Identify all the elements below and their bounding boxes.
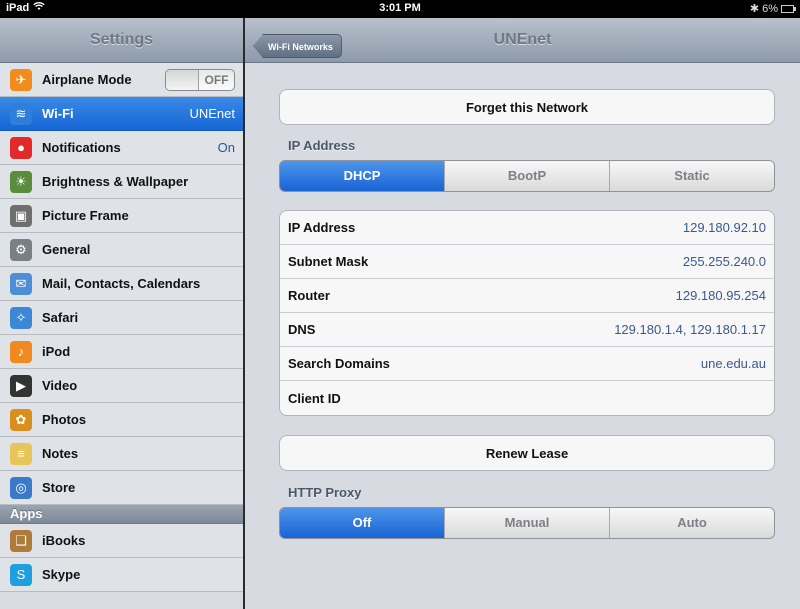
subnet-mask-value: 255.255.240.0 [682,254,766,269]
sidebar-item-label: Skype [42,567,81,582]
dns-value: 129.180.1.4, 129.180.1.17 [614,322,766,337]
sidebar-item-safari[interactable]: ✧ Safari [0,301,243,335]
sidebar-item-video[interactable]: ▶ Video [0,369,243,403]
sidebar-item-photos[interactable]: ✿ Photos [0,403,243,437]
sidebar-item-wi-fi[interactable]: ≋ Wi-Fi UNEnet [0,97,243,131]
client-id-row[interactable]: Client ID [280,381,774,415]
dns-label: DNS [288,322,316,337]
toggle-state: OFF [204,72,229,87]
sidebar-item-notifications[interactable]: ● Notifications On [0,131,243,165]
airplane-mode-toggle[interactable]: OFF [165,68,235,91]
ipod-icon: ♪ [10,340,32,363]
sidebar-item-label: General [42,242,91,257]
sidebar-item-notes[interactable]: ≡ Notes [0,437,243,471]
sidebar-title: Settings [0,18,243,63]
renew-lease-button[interactable]: Renew Lease [280,436,774,470]
sidebar-item-picture-frame[interactable]: ▣ Picture Frame [0,199,243,233]
sidebar-item-mail-contacts-calendars[interactable]: ✉ Mail, Contacts, Calendars [0,267,243,301]
sidebar-item-label: Store [42,480,76,495]
brightness-icon: ☀ [10,170,32,193]
sidebar-item-label: Airplane Mode [42,72,132,87]
bluetooth-icon: ✱ [749,3,760,15]
status-bar: iPad 3:01 PM ✱ 6% [0,0,800,18]
page-title: UNEnet [493,31,552,48]
battery-icon [781,4,796,13]
proxy-mode-segment-manual[interactable]: Manual [445,508,610,538]
sidebar-item-label: Mail, Contacts, Calendars [42,276,201,291]
ip-address-label: IP Address [288,220,356,235]
battery-percent: 6% [762,2,778,15]
sidebar-item-skype[interactable]: S Skype [0,558,243,592]
sidebar-item-ipod[interactable]: ♪ iPod [0,335,243,369]
detail-header: Wi-Fi Networks UNEnet [245,18,800,63]
status-right: ✱ 6% [749,2,796,15]
search-domains-label: Search Domains [288,356,390,371]
store-icon: ◎ [10,476,32,499]
notifications-icon: ● [10,136,32,159]
ip-address-row: IP Address 129.180.92.10 [280,211,774,245]
sidebar-item-ibooks[interactable]: ❑ iBooks [0,524,243,558]
proxy-mode-segment-auto[interactable]: Auto [610,508,774,538]
sidebar-item-label: Wi-Fi [42,106,74,121]
toggle-knob [166,69,199,90]
book-icon: ❑ [10,529,32,552]
renew-lease-group: Renew Lease [279,435,775,471]
settings-sidebar: Settings ✈ Airplane Mode OFF ≋ Wi-Fi UNEnet ● N… [0,18,245,609]
flower-icon: ✿ [10,408,32,431]
sidebar-item-label: Picture Frame [42,208,129,223]
wifi-icon: ≋ [10,102,32,125]
router-label: Router [288,288,330,303]
sidebar-item-brightness-wallpaper[interactable]: ☀ Brightness & Wallpaper [0,165,243,199]
mail-icon: ✉ [10,272,32,295]
sidebar-item-label: Notifications [42,140,121,155]
video-icon: ▶ [10,374,32,397]
search-domains-row: Search Domains une.edu.au [280,347,774,381]
detail-pane: Wi-Fi Networks UNEnet Forget this Networ… [245,18,800,609]
ip-mode-segment-static[interactable]: Static [610,161,774,191]
gear-icon: ⚙ [10,238,32,261]
ip-mode-segmented-control: DHCP BootP Static [279,160,775,192]
proxy-mode-segmented-control: Off Manual Auto [279,507,775,539]
search-domains-value: une.edu.au [700,356,766,371]
picture-frame-icon: ▣ [10,204,32,227]
sidebar-item-airplane-mode[interactable]: ✈ Airplane Mode OFF [0,63,243,97]
sidebar-item-store[interactable]: ◎ Store [0,471,243,505]
sidebar-item-value: UNEnet [189,106,235,121]
sidebar-item-value: On [217,140,235,155]
forget-network-group: Forget this Network [279,89,775,125]
subnet-mask-label: Subnet Mask [288,254,369,269]
sidebar-item-label: Brightness & Wallpaper [42,174,189,189]
sidebar-item-label: Photos [42,412,87,427]
skype-icon: S [10,563,32,586]
apps-section-header: Apps [0,505,243,524]
sidebar-list: ✈ Airplane Mode OFF ≋ Wi-Fi UNEnet ● Notificati… [0,63,243,505]
sidebar-item-label: Safari [42,310,79,325]
dns-row: DNS 129.180.1.4, 129.180.1.17 [280,313,774,347]
ip-address-section-label: IP Address [288,138,356,153]
sidebar-item-label: Video [42,378,78,393]
sidebar-item-label: iPod [42,344,71,359]
ip-mode-segment-dhcp[interactable]: DHCP [280,161,445,191]
notes-icon: ≡ [10,442,32,465]
ip-details-group: IP Address 129.180.92.10 Subnet Mask 255.25… [279,210,775,416]
http-proxy-section-label: HTTP Proxy [288,485,362,500]
ip-mode-segment-bootp[interactable]: BootP [445,161,610,191]
apps-list: ❑ iBooks S Skype [0,524,243,592]
forget-network-button[interactable]: Forget this Network [280,90,774,124]
airplane-icon: ✈ [10,68,32,91]
status-time: 3:01 PM [379,2,421,14]
sidebar-item-general[interactable]: ⚙ General [0,233,243,267]
router-value: 129.180.95.254 [675,288,766,303]
proxy-mode-segment-off[interactable]: Off [280,508,445,538]
router-row: Router 129.180.95.254 [280,279,774,313]
ip-address-value: 129.180.92.10 [682,220,766,235]
sidebar-item-label: Notes [42,446,79,461]
compass-icon: ✧ [10,306,32,329]
client-id-label: Client ID [288,390,341,406]
subnet-mask-row: Subnet Mask 255.255.240.0 [280,245,774,279]
sidebar-item-label: iBooks [42,533,86,548]
